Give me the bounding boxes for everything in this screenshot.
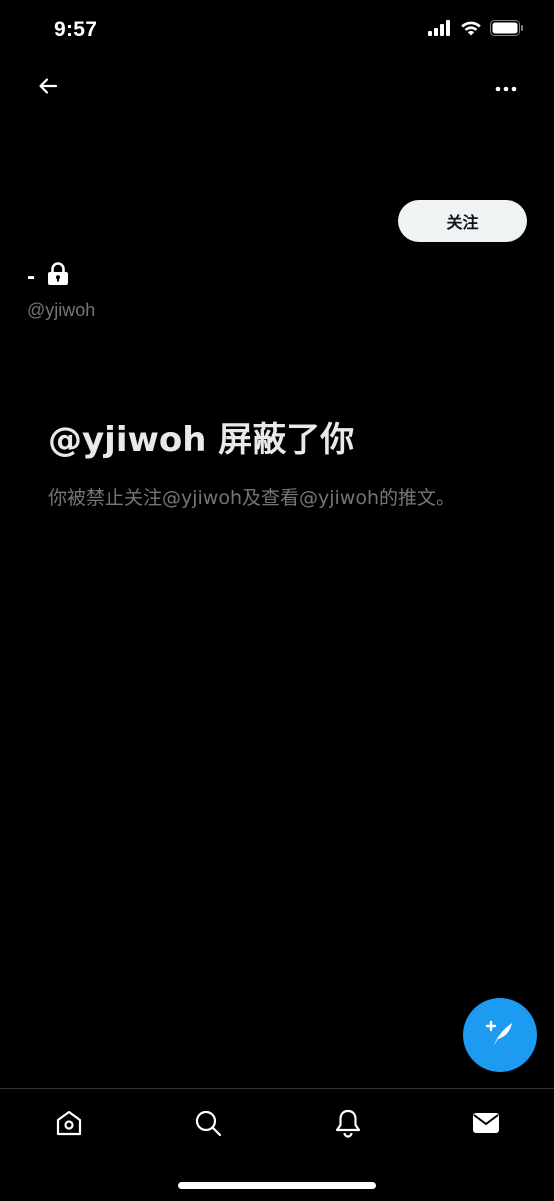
compose-tweet-icon: [483, 1016, 517, 1055]
bell-icon: [333, 1108, 363, 1143]
home-icon: [54, 1108, 84, 1143]
status-bar: 9:57: [0, 0, 554, 60]
more-horizontal-icon: [495, 79, 517, 97]
back-button[interactable]: [34, 74, 62, 102]
display-name: -: [27, 262, 35, 290]
compose-button[interactable]: [463, 998, 537, 1072]
home-indicator: [178, 1182, 376, 1189]
profile-name-row: -: [27, 262, 69, 291]
search-icon: [193, 1108, 223, 1143]
more-button[interactable]: [492, 74, 520, 102]
status-time: 9:57: [54, 18, 98, 41]
arrow-left-icon: [37, 75, 59, 102]
mail-icon: [471, 1110, 501, 1141]
status-icons: [428, 20, 524, 41]
battery-icon: [490, 20, 524, 41]
tab-notifications[interactable]: [328, 1105, 368, 1145]
lock-icon: [47, 262, 69, 291]
profile-handle: @yjiwoh: [27, 300, 96, 320]
tab-home[interactable]: [49, 1105, 89, 1145]
wifi-icon: [460, 20, 482, 41]
blocked-description: 你被禁止关注@yjiwoh及查看@yjiwoh的推文。: [48, 487, 456, 509]
tab-messages[interactable]: [466, 1105, 506, 1145]
follow-button[interactable]: 关注: [398, 200, 527, 242]
tab-search[interactable]: [188, 1105, 228, 1145]
profile-header: [0, 68, 554, 108]
cellular-signal-icon: [428, 20, 452, 41]
blocked-title: @yjiwoh 屏蔽了你: [48, 420, 355, 460]
